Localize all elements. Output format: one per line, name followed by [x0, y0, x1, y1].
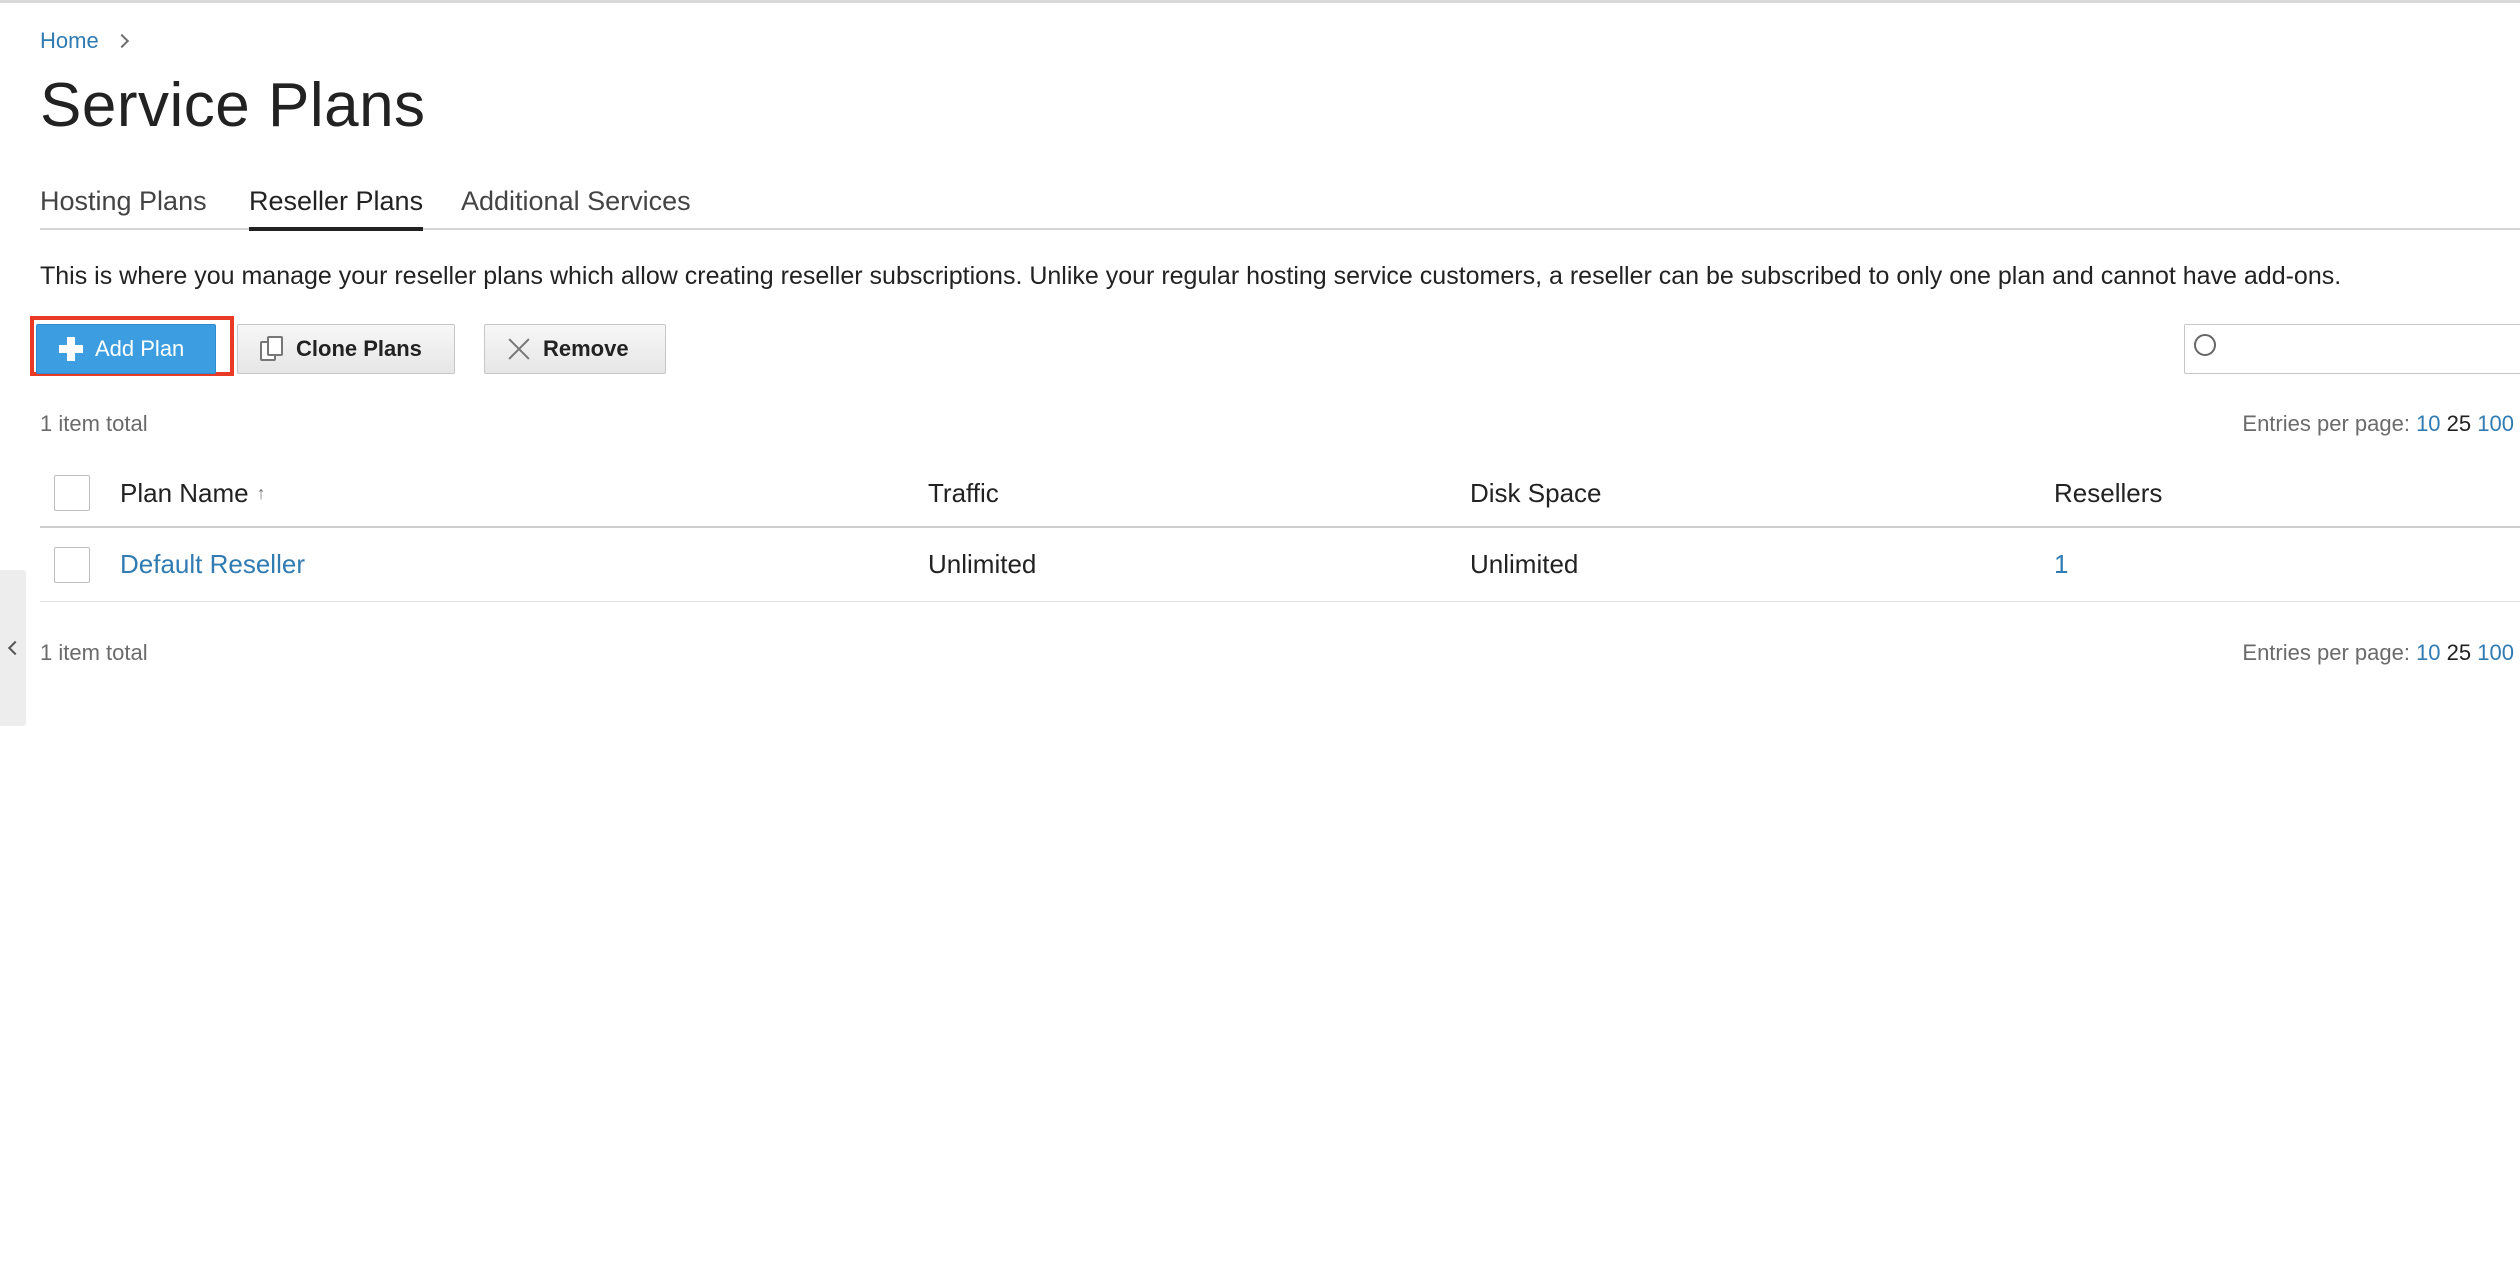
table-row: Default Reseller Unlimited Unlimited 1 [40, 528, 2520, 602]
add-plan-button[interactable]: Add Plan [36, 324, 216, 374]
column-header-plan-name[interactable]: Plan Name ↑ [120, 460, 266, 526]
remove-button[interactable]: Remove [484, 324, 666, 374]
toolbar: Add Plan Clone Plans Remove [30, 316, 2520, 376]
plus-icon [59, 337, 83, 361]
column-header-traffic: Traffic [928, 477, 999, 508]
add-plan-label: Add Plan [95, 336, 185, 361]
entries-per-page-bottom: Entries per page: 10 25 100 [2242, 640, 2514, 666]
column-header-resellers: Resellers [2054, 477, 2163, 508]
main-content: Home Service Plans Hosting Plans Reselle… [30, 0, 2520, 1284]
tab-hosting-plans[interactable]: Hosting Plans [40, 186, 207, 227]
clone-plans-label: Clone Plans [296, 336, 422, 361]
entries-option-25[interactable]: 25 [2447, 640, 2471, 665]
chevron-right-icon [114, 33, 129, 49]
column-header-disk-space: Disk Space [1470, 477, 1602, 508]
entries-option-100[interactable]: 100 [2477, 411, 2514, 436]
select-all-cell [54, 460, 90, 526]
entries-option-100[interactable]: 100 [2477, 640, 2514, 665]
row-select-cell [54, 528, 90, 601]
copy-icon [260, 336, 284, 362]
entries-option-10[interactable]: 10 [2416, 640, 2440, 665]
plan-disk-space-value: Unlimited [1470, 549, 1579, 579]
plan-name-header-label: Plan Name [120, 477, 249, 508]
entries-label: Entries per page: [2242, 411, 2410, 436]
remove-label: Remove [543, 336, 629, 361]
entries-option-10[interactable]: 10 [2416, 411, 2440, 436]
tab-additional-services[interactable]: Additional Services [461, 186, 691, 227]
entries-label: Entries per page: [2242, 640, 2410, 665]
plan-resellers-count-link[interactable]: 1 [2054, 528, 2068, 601]
sort-ascending-icon: ↑ [256, 482, 266, 503]
table-header-row: Plan Name ↑ Traffic Disk Space Resellers [40, 460, 2520, 528]
chevron-left-icon [7, 640, 23, 656]
items-total-top: 1 item total [40, 411, 148, 436]
entries-per-page-top: Entries per page: 10 25 100 [2242, 411, 2514, 437]
entries-option-25[interactable]: 25 [2447, 411, 2471, 436]
search-input[interactable] [2185, 325, 2485, 371]
search-icon[interactable] [2194, 334, 2216, 356]
sidebar-collapse-handle[interactable] [0, 570, 26, 726]
page-description: This is where you manage your reseller p… [40, 262, 2342, 290]
tab-reseller-plans[interactable]: Reseller Plans [249, 186, 424, 231]
plan-name-link[interactable]: Default Reseller [120, 528, 305, 601]
clone-plans-button[interactable]: Clone Plans [237, 324, 455, 374]
breadcrumb-home-link[interactable]: Home [40, 28, 99, 54]
plans-table: Plan Name ↑ Traffic Disk Space Resellers… [40, 460, 2520, 602]
page-title: Service Plans [40, 71, 426, 140]
tab-bar: Hosting Plans Reseller Plans Additional … [40, 186, 2520, 231]
row-checkbox[interactable] [54, 546, 90, 583]
add-plan-highlight: Add Plan [30, 316, 234, 376]
items-total-bottom: 1 item total [40, 640, 148, 665]
plan-traffic-value: Unlimited [928, 549, 1037, 579]
search-box [2184, 324, 2520, 374]
close-icon [507, 337, 531, 361]
breadcrumb: Home [40, 28, 129, 54]
select-all-checkbox[interactable] [54, 475, 90, 511]
